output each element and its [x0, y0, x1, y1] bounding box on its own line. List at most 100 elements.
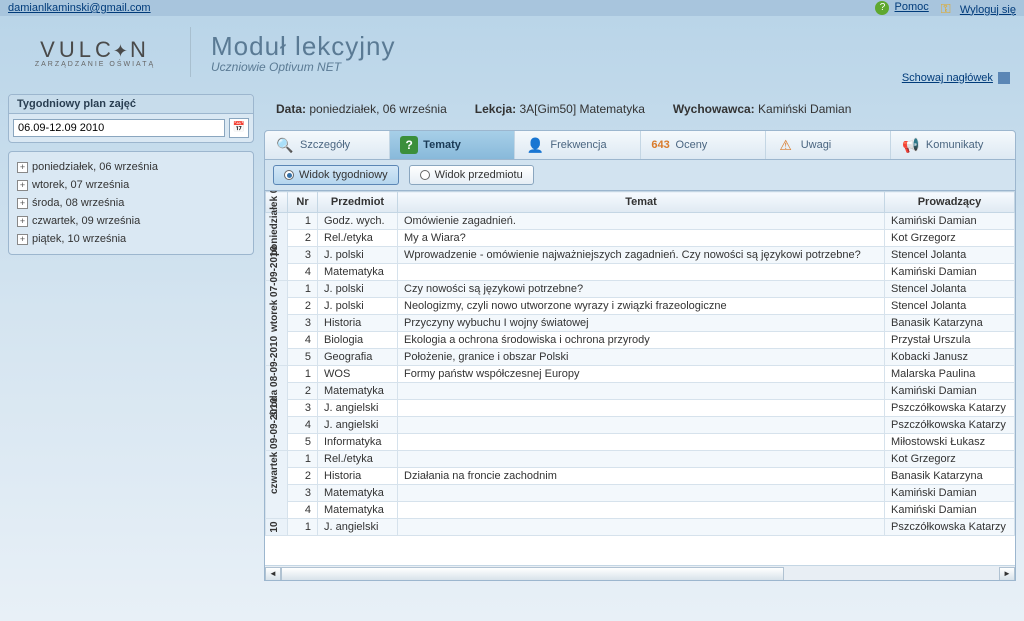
numbers-icon: 643	[651, 135, 671, 155]
cell-nr: 2	[288, 298, 318, 315]
cell-nr: 3	[288, 485, 318, 502]
expand-icon[interactable]: +	[17, 162, 28, 173]
cell-topic	[398, 434, 885, 451]
col-subject[interactable]: Przedmiot	[318, 192, 398, 213]
view-week-button[interactable]: Widok tygodniowy	[273, 165, 399, 185]
table-row[interactable]: środa 08-09-20101WOSFormy państw współcz…	[266, 366, 1015, 383]
tab-details-label: Szczegóły	[300, 139, 350, 151]
table-row[interactable]: 2Rel./etykaMy a Wiara?Kot Grzegorz	[266, 230, 1015, 247]
cell-subject: Rel./etyka	[318, 451, 398, 468]
tab-notes[interactable]: ⚠ Uwagi	[766, 131, 891, 159]
table-row[interactable]: 3HistoriaPrzyczyny wybuchu I wojny świat…	[266, 315, 1015, 332]
tree-item-day-2[interactable]: +środa, 08 września	[13, 194, 249, 212]
table-row[interactable]: 4MatematykaKamiński Damian	[266, 264, 1015, 281]
cell-subject: J. polski	[318, 247, 398, 264]
person-icon: 👤	[525, 135, 545, 155]
table-row[interactable]: 2HistoriaDziałania na froncie zachodnimB…	[266, 468, 1015, 485]
user-email-link[interactable]: damianlkaminski@gmail.com	[8, 2, 151, 14]
tree-item-day-4[interactable]: + piątek, 10 września	[13, 230, 249, 248]
cell-teacher: Kamiński Damian	[885, 213, 1015, 230]
tab-details[interactable]: 🔍 Szczegóły	[265, 131, 390, 159]
magnifier-icon: 🔍	[275, 135, 295, 155]
date-range-input[interactable]	[13, 119, 225, 137]
calendar-button[interactable]: 📅	[229, 118, 249, 138]
cell-subject: Informatyka	[318, 434, 398, 451]
col-teacher[interactable]: Prowadzący	[885, 192, 1015, 213]
tab-notes-label: Uwagi	[801, 139, 832, 151]
cell-teacher: Kot Grzegorz	[885, 451, 1015, 468]
table-row[interactable]: 3MatematykaKamiński Damian	[266, 485, 1015, 502]
cell-subject: J. angielski	[318, 519, 398, 536]
table-row[interactable]: czwartek 09-09-20101Rel./etykaKot Grzego…	[266, 451, 1015, 468]
table-row[interactable]: 4BiologiaEkologia a ochrona środowiska i…	[266, 332, 1015, 349]
col-topic[interactable]: Temat	[398, 192, 885, 213]
table-row[interactable]: 2MatematykaKamiński Damian	[266, 383, 1015, 400]
table-row[interactable]: 4J. angielskiPszczółkowska Katarzy	[266, 417, 1015, 434]
cell-teacher: Miłostowski Łukasz	[885, 434, 1015, 451]
cell-topic: Wprowadzenie - omówienie najważniejszych…	[398, 247, 885, 264]
table-row[interactable]: 101J. angielskiPszczółkowska Katarzy	[266, 519, 1015, 536]
grid-scroll[interactable]: Nr Przedmiot Temat Prowadzący poniedział…	[265, 191, 1015, 565]
tab-messages[interactable]: 📢 Komunikaty	[891, 131, 1015, 159]
cell-nr: 4	[288, 502, 318, 519]
table-row[interactable]: 4MatematykaKamiński Damian	[266, 502, 1015, 519]
collapse-icon[interactable]	[998, 72, 1010, 84]
data-value: poniedziałek, 06 września	[309, 102, 446, 116]
expand-icon[interactable]: +	[17, 234, 28, 245]
cell-nr: 5	[288, 349, 318, 366]
table-row[interactable]: 3J. angielskiPszczółkowska Katarzy	[266, 400, 1015, 417]
tab-topics[interactable]: ? Tematy	[390, 131, 515, 159]
logout-link[interactable]: ⚿ Wyloguj się	[941, 1, 1016, 16]
help-label[interactable]: Pomoc	[895, 1, 929, 13]
horizontal-scrollbar[interactable]: ◄ ►	[265, 565, 1015, 581]
cell-topic	[398, 519, 885, 536]
cell-nr: 1	[288, 451, 318, 468]
table-row[interactable]: wtorek 07-09-20101J. polskiCzy nowości s…	[266, 281, 1015, 298]
cell-nr: 3	[288, 315, 318, 332]
tree-item-label: piątek, 10 września	[32, 233, 126, 245]
tree-item-day-0[interactable]: +poniedziałek, 06 września	[13, 158, 249, 176]
cell-subject: Historia	[318, 468, 398, 485]
expand-icon[interactable]: +	[17, 198, 28, 209]
help-link[interactable]: ? Pomoc	[875, 1, 928, 15]
megaphone-icon: 📢	[901, 135, 921, 155]
lekcja-value: 3A[Gim50] Matematyka	[519, 102, 644, 116]
cell-teacher: Przystał Urszula	[885, 332, 1015, 349]
help-icon: ?	[875, 1, 889, 15]
tree-item-day-1[interactable]: +wtorek, 07 września	[13, 176, 249, 194]
page-subtitle: Uczniowie Optivum NET	[211, 60, 396, 74]
table-row[interactable]: poniedziałek 06-09-20101Godz. wych.Omówi…	[266, 213, 1015, 230]
expand-icon[interactable]: +	[17, 180, 28, 191]
tab-attendance[interactable]: 👤 Frekwencja	[515, 131, 640, 159]
cell-subject: Matematyka	[318, 502, 398, 519]
cell-teacher: Kamiński Damian	[885, 485, 1015, 502]
expand-icon[interactable]: +	[17, 216, 28, 227]
cell-topic: Neologizmy, czyli nowo utworzone wyrazy …	[398, 298, 885, 315]
cell-topic: Czy nowości są językowi potrzebne?	[398, 281, 885, 298]
logout-label[interactable]: Wyloguj się	[960, 4, 1016, 16]
col-nr[interactable]: Nr	[288, 192, 318, 213]
view-subject-button[interactable]: Widok przedmiotu	[409, 165, 534, 185]
table-row[interactable]: 2J. polskiNeologizmy, czyli nowo utworzo…	[266, 298, 1015, 315]
scroll-left-arrow[interactable]: ◄	[265, 567, 281, 581]
table-row[interactable]: 5GeografiaPołożenie, granice i obszar Po…	[266, 349, 1015, 366]
cell-topic	[398, 451, 885, 468]
table-row[interactable]: 5Informatyka Miłostowski Łukasz	[266, 434, 1015, 451]
scroll-right-arrow[interactable]: ►	[999, 567, 1015, 581]
tab-grades[interactable]: 643 Oceny	[641, 131, 766, 159]
question-icon: ?	[400, 136, 418, 154]
cell-nr: 1	[288, 281, 318, 298]
tree-item-day-3[interactable]: +czwartek, 09 września	[13, 212, 249, 230]
topics-grid: Nr Przedmiot Temat Prowadzący poniedział…	[264, 191, 1016, 581]
cell-subject: J. angielski	[318, 417, 398, 434]
cell-topic: Ekologia a ochrona środowiska i ochrona …	[398, 332, 885, 349]
cell-nr: 5	[288, 434, 318, 451]
scroll-thumb[interactable]	[281, 567, 784, 581]
cell-nr: 1	[288, 366, 318, 383]
cell-topic: Położenie, granice i obszar Polski	[398, 349, 885, 366]
table-row[interactable]: 3J. polskiWprowadzenie - omówienie najwa…	[266, 247, 1015, 264]
cell-topic	[398, 400, 885, 417]
cell-nr: 4	[288, 332, 318, 349]
main-tabs: 🔍 Szczegóły ? Tematy 👤 Frekwencja 643 Oc…	[264, 130, 1016, 160]
hide-header-link[interactable]: Schowaj nagłówek	[902, 72, 993, 84]
